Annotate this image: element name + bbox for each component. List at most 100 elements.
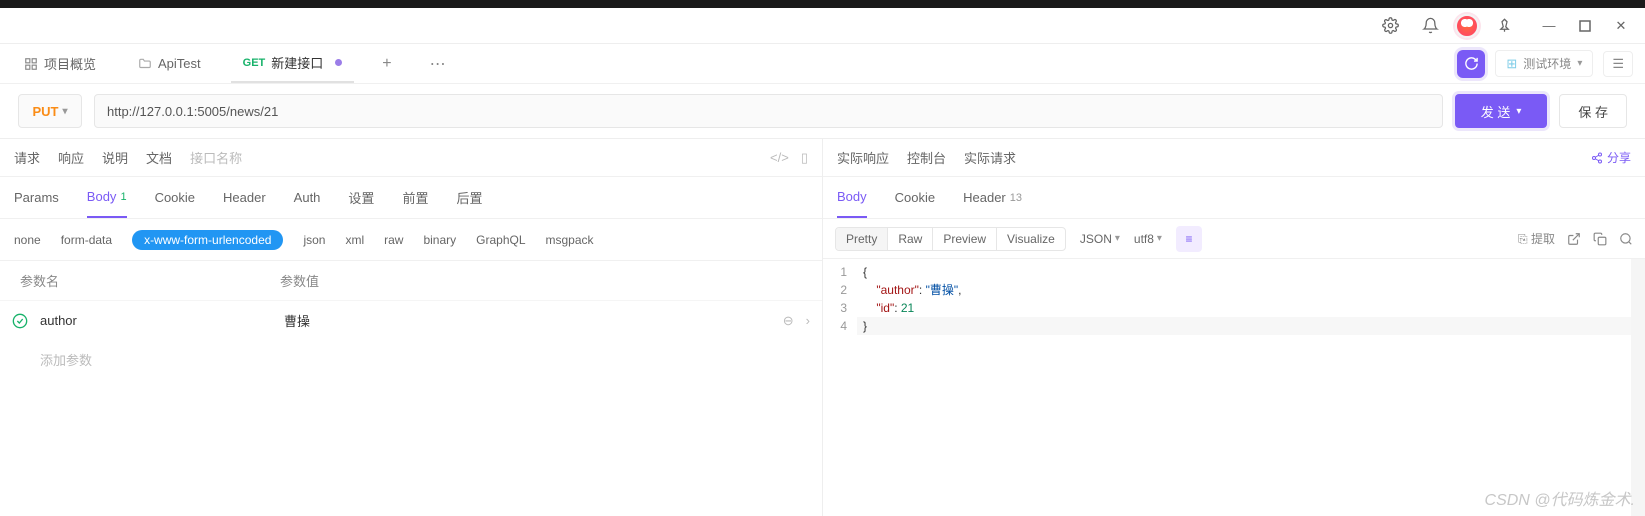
subtab-request[interactable]: 请求 xyxy=(14,148,40,167)
environment-label: 测试环境 xyxy=(1523,55,1571,72)
refresh-button[interactable] xyxy=(1457,50,1485,78)
environment-select[interactable]: ⊞ 测试环境 ▾ xyxy=(1495,50,1593,77)
resp-tab-cookie[interactable]: Cookie xyxy=(895,177,935,218)
bodytype-none[interactable]: none xyxy=(14,233,41,247)
avatar[interactable] xyxy=(1455,14,1479,38)
extract-button[interactable]: ⎘ 提取 xyxy=(1518,230,1555,247)
delete-row-icon[interactable]: ⊖ xyxy=(783,313,794,329)
subtab-desc[interactable]: 说明 xyxy=(102,148,128,167)
url-value: http://127.0.0.1:5005/news/21 xyxy=(107,104,278,119)
maximize-button[interactable] xyxy=(1571,12,1599,40)
new-tab-button[interactable]: + xyxy=(372,55,401,73)
name-placeholder[interactable]: 接口名称 xyxy=(190,148,242,167)
request-pane: 请求 响应 说明 文档 接口名称 </> ▯ Params Body1 Cook… xyxy=(0,138,823,516)
bodytype-xwww[interactable]: x-www-form-urlencoded xyxy=(132,230,283,250)
viewmode-raw[interactable]: Raw xyxy=(888,228,933,250)
response-body-view[interactable]: 1 2 3 4 { "author": "曹操", "id": 21 } xyxy=(823,259,1645,516)
bodytype-xml[interactable]: xml xyxy=(345,233,364,247)
subtab-console[interactable]: 控制台 xyxy=(907,148,946,167)
viewmode-pretty[interactable]: Pretty xyxy=(836,228,888,250)
request-subtabs: 请求 响应 说明 文档 接口名称 </> ▯ xyxy=(0,139,822,177)
header-count: 13 xyxy=(1010,192,1022,204)
grid-icon xyxy=(24,57,38,71)
url-input[interactable]: http://127.0.0.1:5005/news/21 xyxy=(94,94,1443,128)
tab-header[interactable]: Header xyxy=(223,177,266,218)
expand-row-icon[interactable]: › xyxy=(806,313,810,329)
scrollbar[interactable] xyxy=(1631,259,1645,516)
tab-prescript[interactable]: 前置 xyxy=(402,177,428,218)
tab-overview-label: 项目概览 xyxy=(44,54,96,73)
tab-postscript[interactable]: 后置 xyxy=(456,177,482,218)
chevron-down-icon: ▾ xyxy=(1115,233,1120,244)
save-button[interactable]: 保 存 xyxy=(1559,94,1627,128)
minimize-button[interactable]: — xyxy=(1535,12,1563,40)
chevron-down-icon: ▾ xyxy=(62,106,67,117)
open-new-icon[interactable] xyxy=(1567,232,1581,246)
body-type-row: none form-data x-www-form-urlencoded jso… xyxy=(0,219,822,261)
bodytype-json[interactable]: json xyxy=(303,233,325,247)
table-row[interactable]: author 曹操 ⊖ › xyxy=(0,300,822,340)
subtab-actual-resp[interactable]: 实际响应 xyxy=(837,148,889,167)
code-content: { "author": "曹操", "id": 21 } xyxy=(857,259,967,516)
tabs-row: 项目概览 ApiTest GET 新建接口 + ⋯ ⊞ 测试环境 ▾ ☰ xyxy=(0,44,1645,84)
save-label: 保 存 xyxy=(1578,102,1608,121)
tab-overview[interactable]: 项目概览 xyxy=(12,44,108,83)
bodytype-binary[interactable]: binary xyxy=(423,233,456,247)
format-icon[interactable]: ≡ xyxy=(1176,226,1202,252)
param-value-cell[interactable]: 曹操 xyxy=(284,311,783,330)
tab-setting[interactable]: 设置 xyxy=(348,177,374,218)
response-section-tabs: Body Cookie Header13 xyxy=(823,177,1645,219)
bodytype-graphql[interactable]: GraphQL xyxy=(476,233,525,247)
resp-tab-body[interactable]: Body xyxy=(837,177,867,218)
param-name-cell[interactable]: author xyxy=(40,313,284,328)
search-icon[interactable] xyxy=(1619,232,1633,246)
format-select[interactable]: JSON▾ xyxy=(1080,232,1120,246)
response-toolbar: Pretty Raw Preview Visualize JSON▾ utf8▾… xyxy=(823,219,1645,259)
subtab-response[interactable]: 响应 xyxy=(58,148,84,167)
subtab-docs[interactable]: 文档 xyxy=(146,148,172,167)
app-titlebar: — ✕ xyxy=(0,8,1645,44)
share-icon xyxy=(1591,152,1603,164)
pin-icon[interactable] xyxy=(1489,11,1519,41)
folder-icon xyxy=(138,57,152,71)
code-view-icon[interactable]: </> xyxy=(770,150,789,166)
unsaved-dot-icon xyxy=(335,59,342,66)
send-button[interactable]: 发 送▾ xyxy=(1455,94,1548,128)
tab-params[interactable]: Params xyxy=(14,177,59,218)
watermark: CSDN @代码炼金术. xyxy=(1485,486,1635,510)
hamburger-icon[interactable]: ☰ xyxy=(1603,51,1633,77)
split-panes: 请求 响应 说明 文档 接口名称 </> ▯ Params Body1 Cook… xyxy=(0,138,1645,516)
response-subtabs: 实际响应 控制台 实际请求 分享 xyxy=(823,139,1645,177)
gear-icon[interactable] xyxy=(1375,11,1405,41)
tab-current-label: 新建接口 xyxy=(271,53,323,72)
method-label: PUT xyxy=(32,104,58,119)
share-button[interactable]: 分享 xyxy=(1591,149,1631,166)
bodytype-raw[interactable]: raw xyxy=(384,233,403,247)
tab-body[interactable]: Body1 xyxy=(87,177,127,218)
line-gutter: 1 2 3 4 xyxy=(823,259,857,516)
tab-current[interactable]: GET 新建接口 xyxy=(231,44,355,83)
view-mode-group: Pretty Raw Preview Visualize xyxy=(835,227,1066,251)
subtab-actual-req[interactable]: 实际请求 xyxy=(964,148,1016,167)
tab-apitest[interactable]: ApiTest xyxy=(126,44,213,83)
viewmode-visualize[interactable]: Visualize xyxy=(997,228,1065,250)
more-tabs-button[interactable]: ⋯ xyxy=(420,54,456,74)
method-select[interactable]: PUT ▾ xyxy=(18,94,82,128)
tab-auth[interactable]: Auth xyxy=(294,177,321,218)
tab-cookie[interactable]: Cookie xyxy=(155,177,195,218)
copy-icon[interactable] xyxy=(1593,232,1607,246)
close-button[interactable]: ✕ xyxy=(1607,12,1635,40)
request-section-tabs: Params Body1 Cookie Header Auth 设置 前置 后置 xyxy=(0,177,822,219)
check-icon[interactable] xyxy=(12,313,40,329)
param-table: 参数名 参数值 author 曹操 ⊖ › 添加参数 xyxy=(0,261,822,379)
bell-icon[interactable] xyxy=(1415,11,1445,41)
encoding-select[interactable]: utf8▾ xyxy=(1134,232,1162,246)
add-param-row[interactable]: 添加参数 xyxy=(0,340,822,379)
column-icon[interactable]: ▯ xyxy=(801,150,808,166)
bodytype-msgpack[interactable]: msgpack xyxy=(546,233,594,247)
viewmode-preview[interactable]: Preview xyxy=(933,228,997,250)
tab-apitest-label: ApiTest xyxy=(158,56,201,71)
resp-tab-header[interactable]: Header13 xyxy=(963,177,1022,218)
chevron-down-icon: ▾ xyxy=(1516,106,1521,117)
bodytype-formdata[interactable]: form-data xyxy=(61,233,112,247)
